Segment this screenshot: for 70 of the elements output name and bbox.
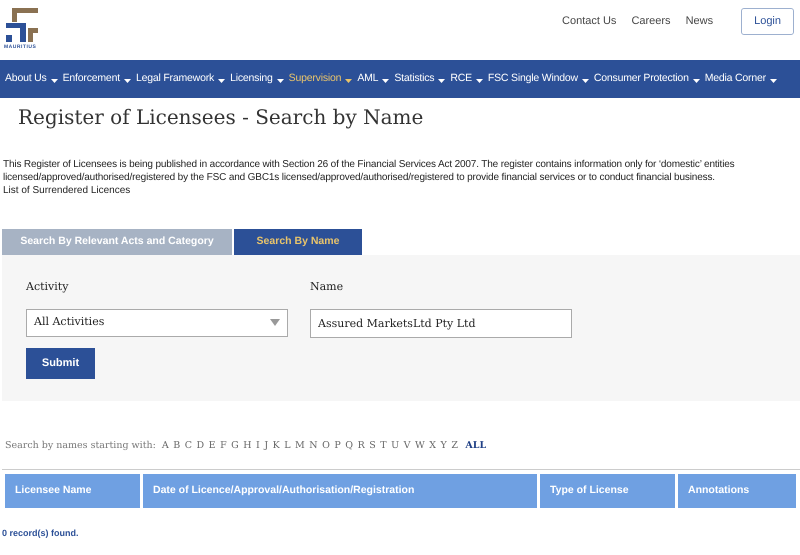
letter-link[interactable]: S (369, 439, 376, 454)
letter-link[interactable]: I (256, 439, 260, 454)
letter-link[interactable]: P (334, 439, 341, 454)
letter-link[interactable]: L (284, 439, 291, 454)
caret-icon (345, 78, 352, 82)
nav-item[interactable]: Enforcement (62, 71, 131, 87)
letter-link[interactable]: J (264, 439, 268, 454)
column-header: Annotations (678, 474, 796, 508)
letter-link[interactable]: G (231, 439, 239, 454)
caret-icon (770, 78, 777, 82)
nav-item[interactable]: FSC Single Window (488, 71, 589, 87)
column-header: Type of License (540, 474, 675, 508)
letter-link[interactable]: ALL (465, 439, 486, 454)
letter-link[interactable]: F (220, 439, 227, 454)
letter-link[interactable]: D (196, 439, 204, 454)
intro-text: This Register of Licensees is being published in accordance with Section 26 of the Financial Services Act 2007. The register contains information only for ‘domestic’ entities licensed/approved/authorised/registered by the FSC and GBC1s licensed/approved/authorised/registered to provide financial services or to conduct financial business. (2, 158, 736, 184)
caret-icon (582, 78, 589, 82)
letter-link[interactable]: V (404, 439, 410, 454)
dropdown-arrow-icon (270, 319, 280, 326)
caret-icon (692, 78, 700, 82)
letter-link[interactable]: E (208, 439, 216, 454)
name-input[interactable]: Assured MarketsLtd Pty Ltd (310, 308, 572, 338)
nav-item[interactable]: AML (357, 71, 390, 87)
letter-link[interactable]: M (295, 439, 305, 454)
letter-link[interactable]: C (184, 439, 192, 454)
letter-link[interactable]: X (429, 439, 436, 454)
column-header: Licensee Name (5, 474, 140, 508)
letter-link[interactable]: T (380, 439, 387, 454)
letter-link[interactable]: O (322, 439, 330, 454)
nav-item[interactable]: About Us (5, 71, 58, 87)
field-label: Activity (26, 279, 70, 295)
caret-icon (124, 78, 131, 82)
result-count: 0 record(s) found. (1, 527, 80, 540)
nav-item[interactable]: Consumer Protection (594, 71, 700, 87)
letter-link[interactable]: N (309, 439, 318, 454)
submit-button[interactable]: Submit (26, 348, 95, 378)
page-title: Register of Licensees - Search by Name (17, 104, 424, 131)
alphabet-label: Search by names starting with: (5, 439, 156, 454)
search-tab[interactable]: Search By Name (234, 229, 362, 255)
top-link[interactable]: News (686, 13, 714, 30)
surrendered-licences-link[interactable]: List of Surrendered Licences (0, 184, 800, 197)
letter-link[interactable]: K (272, 439, 280, 454)
activity-select[interactable]: All Activities (26, 308, 288, 336)
letter-link[interactable]: A (162, 439, 169, 454)
letter-link[interactable]: Y (440, 439, 447, 454)
login-button[interactable]: Login (741, 8, 794, 34)
letter-link[interactable]: B (173, 439, 180, 454)
column-header: Date of Licence/Approval/Authorisation/Registration (143, 474, 537, 508)
letter-link[interactable]: U (391, 439, 400, 454)
caret-icon (218, 78, 226, 82)
caret-icon (438, 78, 446, 82)
letter-link[interactable]: W (415, 439, 425, 454)
letter-link[interactable]: R (358, 439, 365, 454)
logo-icon (4, 6, 38, 44)
caret-icon (476, 78, 483, 82)
nav-item[interactable]: Media Corner (704, 71, 777, 87)
nav-item[interactable]: Statistics (394, 71, 446, 87)
field-label: Name (310, 279, 344, 295)
letter-link[interactable]: Z (451, 439, 458, 454)
caret-icon (276, 78, 284, 82)
caret-icon (50, 78, 58, 82)
nav-item[interactable]: Supervision (288, 71, 352, 87)
nav-item[interactable]: Legal Framework (136, 71, 226, 87)
top-link[interactable]: Careers (631, 13, 671, 30)
caret-icon (382, 78, 390, 82)
letter-link[interactable]: Q (345, 439, 354, 454)
top-link[interactable]: Contact Us (562, 13, 616, 30)
nav-item[interactable]: RCE (450, 71, 483, 87)
letter-link[interactable]: H (243, 439, 252, 454)
nav-item[interactable]: Licensing (230, 71, 284, 87)
